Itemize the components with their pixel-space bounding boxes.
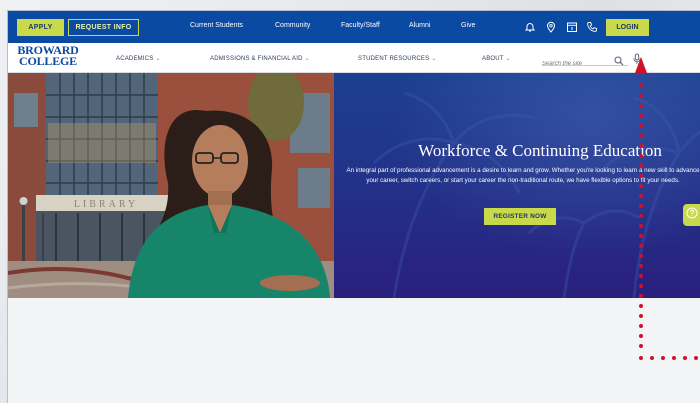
register-now-button[interactable]: REGISTER NOW [484, 208, 556, 225]
broward-college-logo[interactable]: BROWARD COLLEGE [16, 44, 80, 68]
microphone-icon[interactable] [632, 52, 642, 64]
hero-banner: LIBRARY Workforce & Continuing Education… [8, 73, 700, 298]
bell-icon[interactable] [524, 20, 536, 32]
search-input[interactable] [542, 58, 612, 70]
help-tab[interactable] [683, 204, 700, 226]
main-navigation: BROWARD COLLEGE ACADEMICS ⌄ ADMISSIONS & … [8, 43, 700, 73]
hero-description: An integral part of professional advance… [346, 167, 700, 184]
alumni-link[interactable]: Alumni [409, 22, 430, 29]
website-screenshot: APPLY REQUEST INFO Current Students Comm… [7, 10, 700, 403]
logo-line-2: COLLEGE [19, 54, 77, 68]
chevron-down-icon: ⌄ [155, 56, 161, 62]
nav-item-label: ADMISSIONS & FINANCIAL AID [210, 56, 303, 62]
apply-button[interactable]: APPLY [17, 19, 64, 36]
request-info-button[interactable]: REQUEST INFO [68, 19, 139, 36]
nav-item-label: ACADEMICS [116, 56, 154, 62]
chevron-down-icon: ⌄ [505, 56, 511, 62]
calendar-icon[interactable] [566, 20, 578, 32]
nav-item-about[interactable]: ABOUT ⌄ [482, 55, 511, 62]
utility-bar: APPLY REQUEST INFO Current Students Comm… [8, 11, 700, 43]
library-building-illustration: LIBRARY [8, 73, 334, 298]
nav-item-student-resources[interactable]: STUDENT RESOURCES ⌄ [358, 55, 437, 62]
nav-item-academics[interactable]: ACADEMICS ⌄ [116, 55, 161, 62]
faculty-staff-link[interactable]: Faculty/Staff [341, 22, 380, 29]
location-pin-icon[interactable] [545, 20, 557, 33]
chevron-down-icon: ⌄ [431, 56, 437, 62]
community-link[interactable]: Community [275, 22, 310, 29]
help-circle-icon [686, 206, 698, 224]
hero-content-panel: Workforce & Continuing Education An inte… [334, 73, 700, 298]
give-link[interactable]: Give [461, 22, 475, 29]
chevron-down-icon: ⌄ [304, 56, 310, 62]
hero-title: Workforce & Continuing Education [418, 141, 662, 160]
nav-item-label: STUDENT RESOURCES [358, 56, 430, 62]
current-students-link[interactable]: Current Students [190, 22, 243, 29]
library-sign-text: LIBRARY [74, 199, 138, 210]
nav-item-admissions[interactable]: ADMISSIONS & FINANCIAL AID ⌄ [210, 55, 310, 62]
search-icon[interactable] [614, 53, 624, 66]
hero-photo: LIBRARY [8, 73, 334, 298]
login-button[interactable]: LOGIN [606, 19, 649, 36]
nav-item-label: ABOUT [482, 56, 504, 62]
page-lower-section [8, 298, 700, 403]
phone-icon[interactable] [586, 20, 598, 32]
